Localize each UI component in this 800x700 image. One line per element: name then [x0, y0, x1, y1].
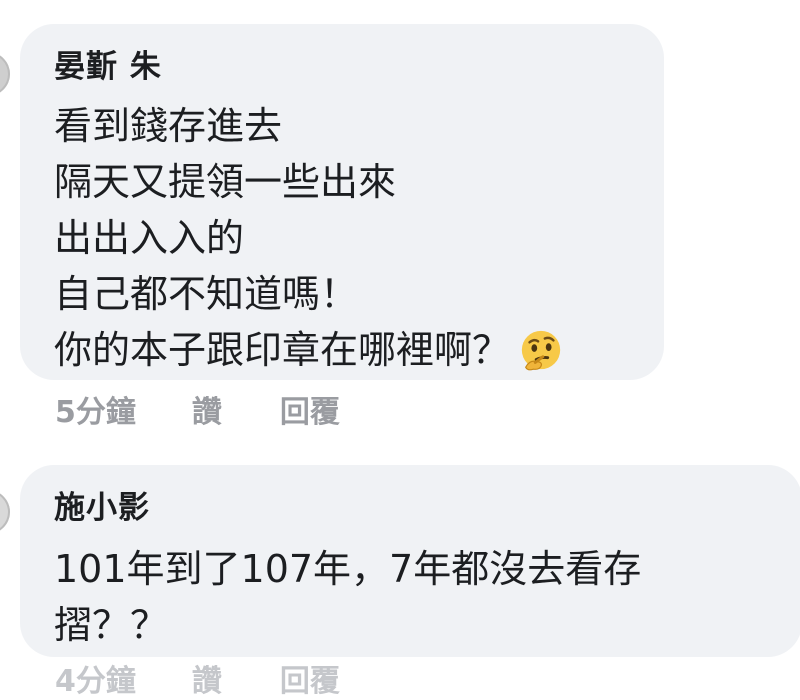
comment-author[interactable]: 施小影	[54, 487, 768, 529]
comment-author[interactable]: 晏斳 朱	[54, 46, 630, 88]
comment-text: 101年到了107年，7年都沒去看存 摺？？	[54, 541, 768, 653]
comment-timestamp[interactable]: 5分鐘	[55, 387, 136, 431]
comment-actions: 4分鐘 讚 回覆	[55, 656, 340, 700]
comment-bubble: 晏斳 朱 看到錢存進去 隔天又提領一些出來 出出入入的 自己都不知道嗎！ 你的本…	[20, 24, 664, 380]
comment-line: 看到錢存進去	[54, 104, 283, 148]
avatar[interactable]	[0, 490, 10, 534]
comment-line: 隔天又提領一些出來	[54, 160, 397, 204]
comment-bubble: 施小影 101年到了107年，7年都沒去看存 摺？？	[20, 465, 800, 657]
comment-line: 你的本子跟印章在哪裡啊？	[54, 322, 630, 378]
reply-button[interactable]: 回覆	[280, 656, 340, 700]
comment-line: 101年到了107年，7年都沒去看存	[54, 547, 642, 591]
reply-button[interactable]: 回覆	[280, 387, 340, 431]
comment-text: 看到錢存進去 隔天又提領一些出來 出出入入的 自己都不知道嗎！ 你的本子跟印章在…	[54, 98, 630, 378]
like-button[interactable]: 讚	[192, 656, 222, 700]
comment-actions: 5分鐘 讚 回覆	[55, 384, 340, 434]
like-button[interactable]: 讚	[192, 387, 222, 431]
avatar[interactable]	[0, 52, 10, 96]
comment-line: 出出入入的	[54, 216, 245, 260]
comment-timestamp[interactable]: 4分鐘	[55, 656, 136, 700]
comment-line: 摺？？	[54, 603, 169, 647]
comment-line-text: 你的本子跟印章在哪裡啊？	[54, 328, 511, 372]
thinking-face-emoji-icon	[518, 327, 564, 373]
comment-line: 自己都不知道嗎！	[54, 272, 359, 316]
